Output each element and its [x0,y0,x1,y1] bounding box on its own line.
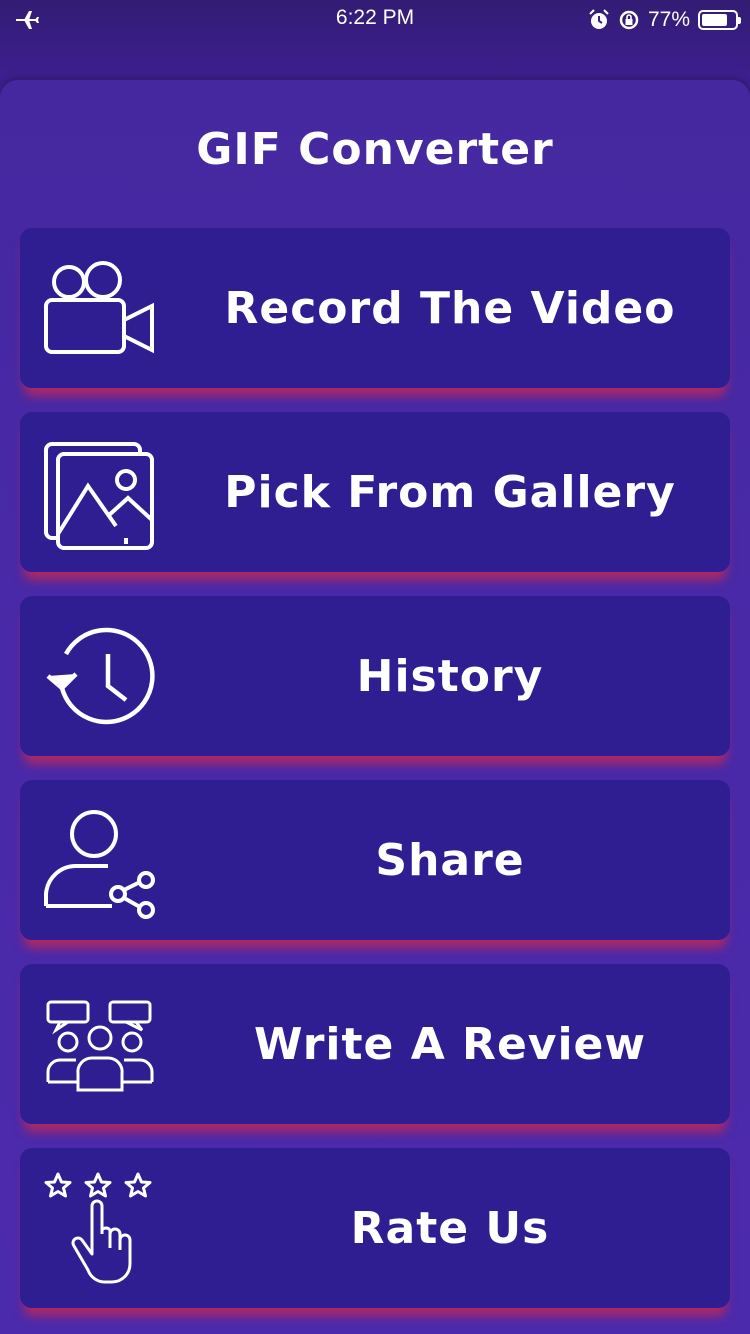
share-user-icon [42,810,158,919]
gallery-icon [42,442,158,550]
write-review-button[interactable]: Write A Review [20,964,730,1124]
rate-us-button[interactable]: Rate Us [20,1148,730,1308]
rate-us-label: Rate Us [350,1202,550,1254]
video-camera-icon [42,258,158,358]
status-right: 77% [588,6,741,34]
pick-gallery-button[interactable]: Pick From Gallery [20,412,730,572]
review-people-icon [42,994,158,1094]
page-title: GIF Converter [196,124,554,175]
share-label: Share [375,834,525,886]
battery-percent: 77% [647,8,690,31]
battery-fill [702,14,727,26]
record-video-label: Record The Video [224,282,676,334]
alarm-icon [588,9,610,31]
rotation-lock-icon [618,9,640,31]
history-button[interactable]: History [20,596,730,756]
status-bar: 6:22 PM 77% [0,0,750,40]
battery-icon [698,10,741,30]
history-icon [42,626,158,726]
write-review-label: Write A Review [253,1018,647,1070]
share-button[interactable]: Share [20,780,730,940]
rate-stars-icon [42,1170,158,1290]
history-label: History [356,650,544,702]
pick-gallery-label: Pick From Gallery [224,466,676,518]
record-video-button[interactable]: Record The Video [20,228,730,388]
